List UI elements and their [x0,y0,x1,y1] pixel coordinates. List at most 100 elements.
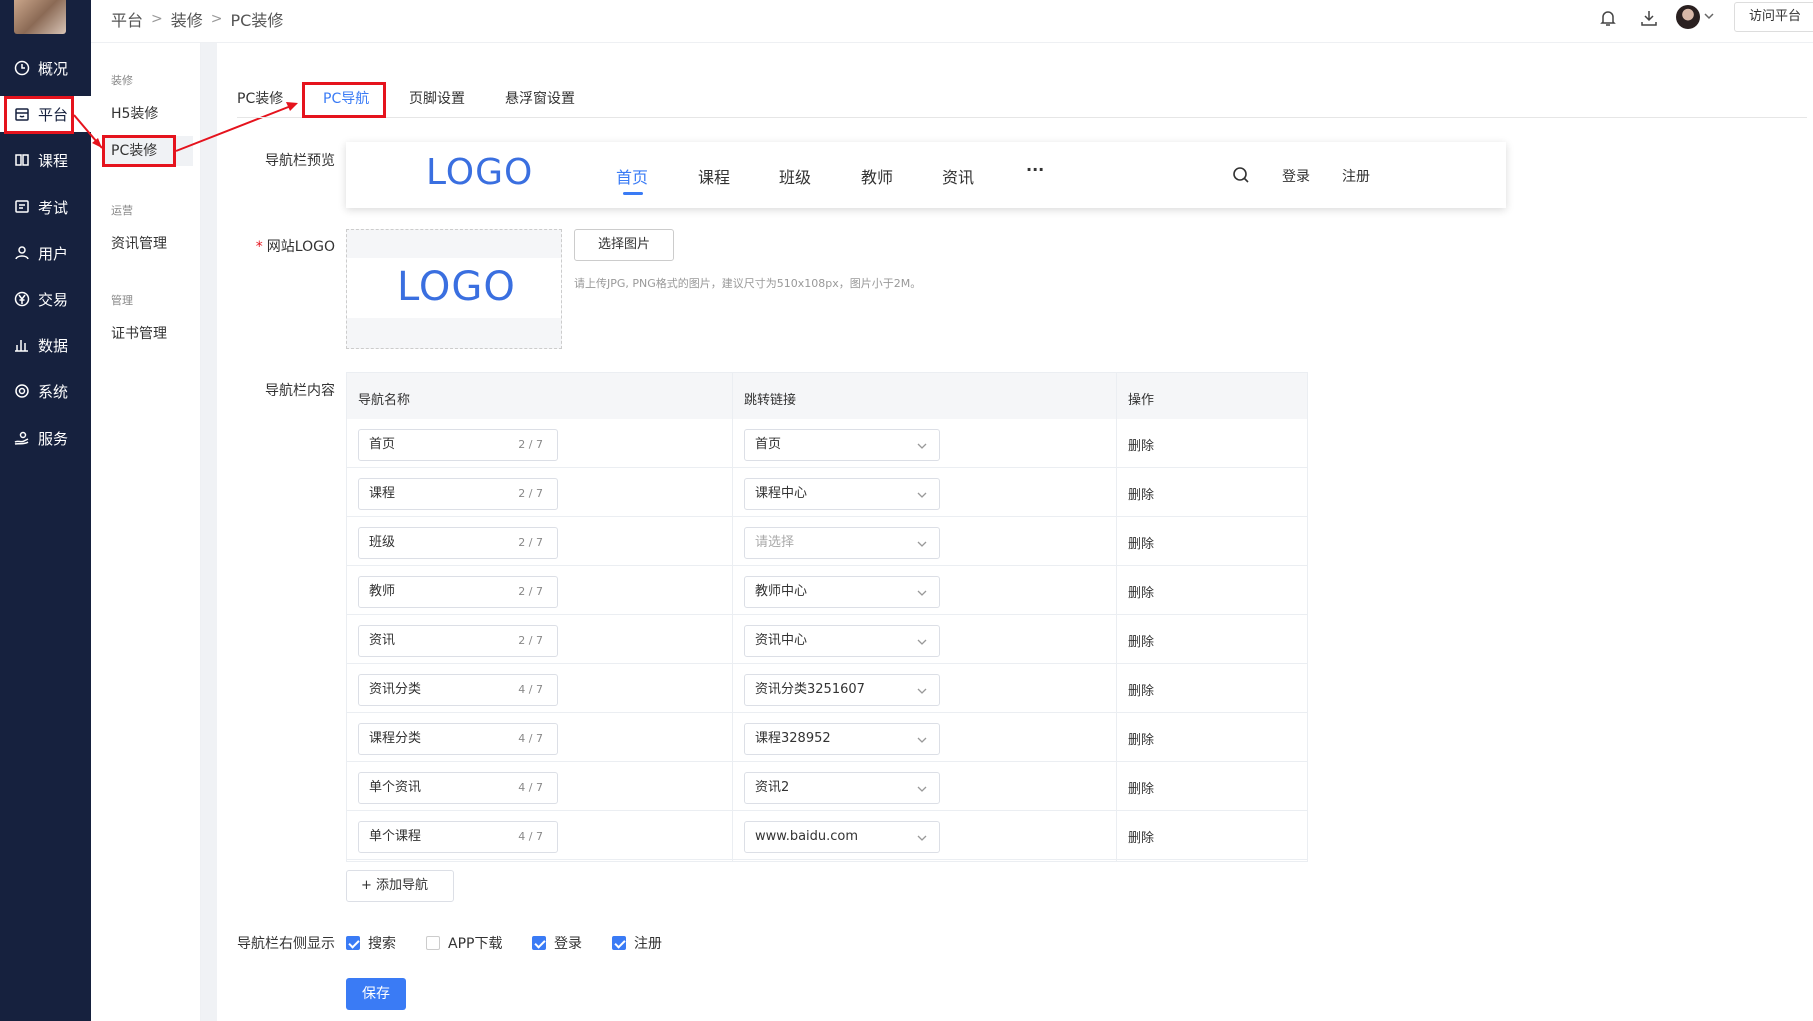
link-value: www.baidu.com [755,829,859,844]
sidebar-item-system[interactable]: 系统 [0,373,91,409]
chevron-down-icon [917,737,927,743]
delete-button[interactable]: 删除 [1128,631,1154,650]
logo-image: LOGO [347,258,561,318]
delete-button[interactable]: 删除 [1128,533,1154,552]
sidebar-item-course[interactable]: 课程 [0,142,91,178]
add-nav-button[interactable]: + 添加导航 [346,870,454,902]
chevron-down-icon [917,443,927,449]
delete-button[interactable]: 删除 [1128,435,1154,454]
nav-name-input[interactable]: 资讯 2 / 7 [358,625,558,657]
char-count: 2 / 7 [518,487,543,500]
choose-image-button[interactable]: 选择图片 [574,229,674,261]
breadcrumb-item[interactable]: 装修 [171,7,203,31]
sidebar-item-exam[interactable]: 考试 [0,189,91,225]
sidebar-item-user[interactable]: 用户 [0,235,91,271]
header-action: 操作 [1128,393,1155,408]
checkbox-icon[interactable] [612,936,626,950]
nav-name-input[interactable]: 单个资讯 4 / 7 [358,772,558,804]
user-icon [15,246,29,260]
tab-pc-decorate[interactable]: PC装修 [237,88,283,108]
char-count: 4 / 7 [518,830,543,843]
logo-text: LOGO [397,264,516,310]
link-select[interactable]: www.baidu.com [744,821,940,853]
sub-sidebar: 装修 H5装修 PC装修 运营 资讯管理 管理 证书管理 [91,43,201,1021]
sidebar-item-label: 系统 [38,382,69,401]
link-select[interactable]: 教师中心 [744,576,940,608]
checkbox-login[interactable]: 登录 [532,933,582,953]
delete-button[interactable]: 删除 [1128,729,1154,748]
link-select[interactable]: 课程中心 [744,478,940,510]
breadcrumb-item: PC装修 [230,11,284,30]
preview-nav-item: 首页 [616,168,649,187]
nav-name-input[interactable]: 资讯分类 4 / 7 [358,674,558,706]
checkbox-icon[interactable] [532,936,546,950]
sidebar-item-data[interactable]: 数据 [0,327,91,363]
sidebar-item-overview[interactable]: 概况 [0,50,91,86]
download-icon[interactable] [1639,8,1659,28]
delete-button[interactable]: 删除 [1128,827,1154,846]
save-button[interactable]: 保存 [346,978,406,1010]
nav-name-value: 单个课程 [369,829,422,844]
link-value: 教师中心 [755,584,808,599]
column-divider [732,372,733,862]
checkbox-register[interactable]: 注册 [612,933,662,953]
nav-name-input[interactable]: 教师 2 / 7 [358,576,558,608]
preview-nav-item: 教师 [861,168,894,187]
nav-name-value: 首页 [369,437,396,452]
highlight-box [302,82,386,118]
tab-float-settings[interactable]: 悬浮窗设置 [505,88,575,108]
nav-name-input[interactable]: 首页 2 / 7 [358,429,558,461]
link-select[interactable]: 首页 [744,429,940,461]
tab-footer-settings[interactable]: 页脚设置 [409,88,465,108]
more-icon: ··· [1026,160,1045,179]
delete-button[interactable]: 删除 [1128,582,1154,601]
link-select[interactable]: 资讯2 [744,772,940,804]
delete-button[interactable]: 删除 [1128,484,1154,503]
nav-name-input[interactable]: 课程分类 4 / 7 [358,723,558,755]
link-select[interactable]: 资讯分类3251607 [744,674,940,706]
user-avatar[interactable] [1676,5,1700,29]
char-count: 4 / 7 [518,683,543,696]
delete-button[interactable]: 删除 [1128,778,1154,797]
link-select[interactable]: 请选择 [744,527,940,559]
checkbox-search[interactable]: 搜索 [346,933,396,953]
logo-upload-preview[interactable]: LOGO [346,229,562,349]
table-row: 课程 2 / 7 课程中心 删除 [346,468,1308,517]
nav-name-input[interactable]: 课程 2 / 7 [358,478,558,510]
yen-icon [14,291,30,307]
tab-bar: PC装修 PC导航 页脚设置 悬浮窗设置 [237,78,1807,118]
bell-icon[interactable] [1598,8,1618,28]
nav-preview: LOGO 首页 课程 班级 教师 资讯 ··· 登录 注册 [346,142,1506,208]
chevron-down-icon [917,541,927,547]
checkbox-icon[interactable] [426,936,440,950]
chevron-down-icon[interactable] [1703,10,1715,22]
delete-button[interactable]: 删除 [1128,680,1154,699]
nav-name-input[interactable]: 班级 2 / 7 [358,527,558,559]
subnav-item-h5[interactable]: H5装修 [111,103,158,123]
char-count: 2 / 7 [518,438,543,451]
chevron-down-icon [917,492,927,498]
divider [201,43,217,1021]
column-divider [1116,372,1117,862]
link-select[interactable]: 课程328952 [744,723,940,755]
upload-hint: 请上传JPG, PNG格式的图片，建议尺寸为510x108px，图片小于2M。 [574,277,922,290]
subnav-item-cert[interactable]: 证书管理 [111,323,167,343]
nav-name-value: 资讯分类 [369,682,422,697]
nav-name-value: 课程 [369,486,396,501]
link-select[interactable]: 资讯中心 [744,625,940,657]
visit-platform-button[interactable]: 访问平台 [1734,2,1813,32]
table-row: 资讯 2 / 7 资讯中心 删除 [346,615,1308,664]
table-header: 导航名称 跳转链接 操作 [346,372,1308,419]
char-count: 2 / 7 [518,634,543,647]
nav-name-value: 课程分类 [369,731,422,746]
sidebar-item-service[interactable]: 服务 [0,420,91,456]
table-row: 课程分类 4 / 7 课程328952 删除 [346,713,1308,762]
subnav-item-news[interactable]: 资讯管理 [111,233,167,253]
checkbox-icon[interactable] [346,936,360,950]
breadcrumb-item[interactable]: 平台 [111,7,143,31]
nav-name-input[interactable]: 单个课程 4 / 7 [358,821,558,853]
sidebar-item-trade[interactable]: 交易 [0,281,91,317]
chevron-down-icon [917,688,927,694]
preview-active-indicator [623,192,643,195]
checkbox-app-download[interactable]: APP下载 [426,933,502,953]
